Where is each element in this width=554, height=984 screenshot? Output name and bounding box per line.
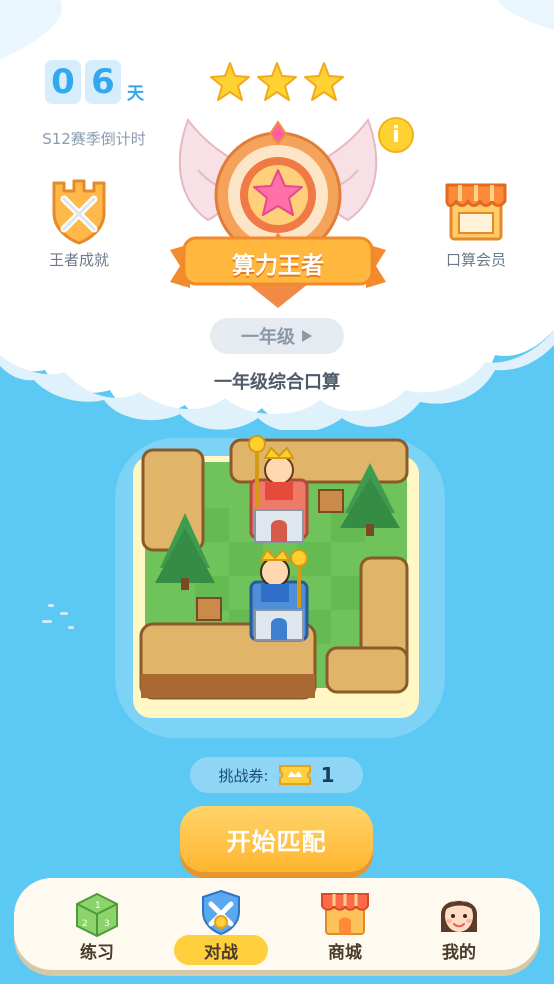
play-triangle-icon xyxy=(302,330,312,342)
svg-text:1: 1 xyxy=(95,901,101,911)
countdown-label: S12赛季倒计时 xyxy=(42,130,146,148)
grade-label: 一年级 xyxy=(241,327,295,348)
star-icon xyxy=(304,62,344,101)
bottom-tab-bar: 1 2 3 练习 对战 商城 我的 xyxy=(14,878,540,970)
ticket-count: 1 xyxy=(320,763,335,787)
star-icon xyxy=(210,62,250,101)
crossed-swords-shield-icon xyxy=(52,179,106,245)
ticket-label: 挑战券: xyxy=(218,766,269,785)
ticket-icon xyxy=(278,765,311,785)
achievement-entry[interactable]: 王者成就 xyxy=(24,175,134,275)
battle-island xyxy=(115,435,445,738)
tab-practice[interactable]: 1 2 3 练习 xyxy=(42,878,152,970)
rank-badge xyxy=(170,117,386,308)
water-sparkle xyxy=(42,604,74,629)
shop-awning-icon xyxy=(445,183,507,241)
tab-profile-label: 我的 xyxy=(442,943,476,963)
mode-label: 一年级综合口算 xyxy=(214,372,340,393)
rank-stars xyxy=(210,62,344,101)
membership-entry[interactable]: 口算会员 xyxy=(421,175,531,275)
svg-text:2: 2 xyxy=(82,919,88,929)
tab-profile[interactable]: 我的 xyxy=(404,878,514,970)
season-countdown: 0 6 天 xyxy=(45,60,144,104)
grade-selector[interactable]: 一年级 xyxy=(210,318,344,354)
rank-title: 算力王者 xyxy=(232,253,324,279)
tab-shop-label: 商城 xyxy=(328,943,362,963)
info-icon[interactable]: i xyxy=(378,117,414,153)
svg-text:3: 3 xyxy=(104,919,110,929)
achievement-label: 王者成就 xyxy=(48,251,109,269)
shop-icon xyxy=(321,893,369,935)
countdown-unit: 天 xyxy=(127,84,144,104)
tab-battle-label: 对战 xyxy=(204,943,238,963)
challenge-ticket: 挑战券: 1 xyxy=(190,757,363,793)
tab-battle[interactable]: 对战 xyxy=(166,878,276,970)
membership-label: 口算会员 xyxy=(445,251,506,269)
star-icon xyxy=(257,62,297,101)
avatar-icon xyxy=(441,900,477,932)
tab-shop[interactable]: 商城 xyxy=(290,878,400,970)
dice-icon: 1 2 3 xyxy=(76,892,118,938)
start-match-button[interactable]: 开始匹配 xyxy=(180,806,373,872)
countdown-digit: 0 xyxy=(45,60,81,104)
tab-practice-label: 练习 xyxy=(80,943,114,963)
countdown-digit: 6 xyxy=(85,60,121,104)
battle-shield-icon xyxy=(202,889,240,936)
